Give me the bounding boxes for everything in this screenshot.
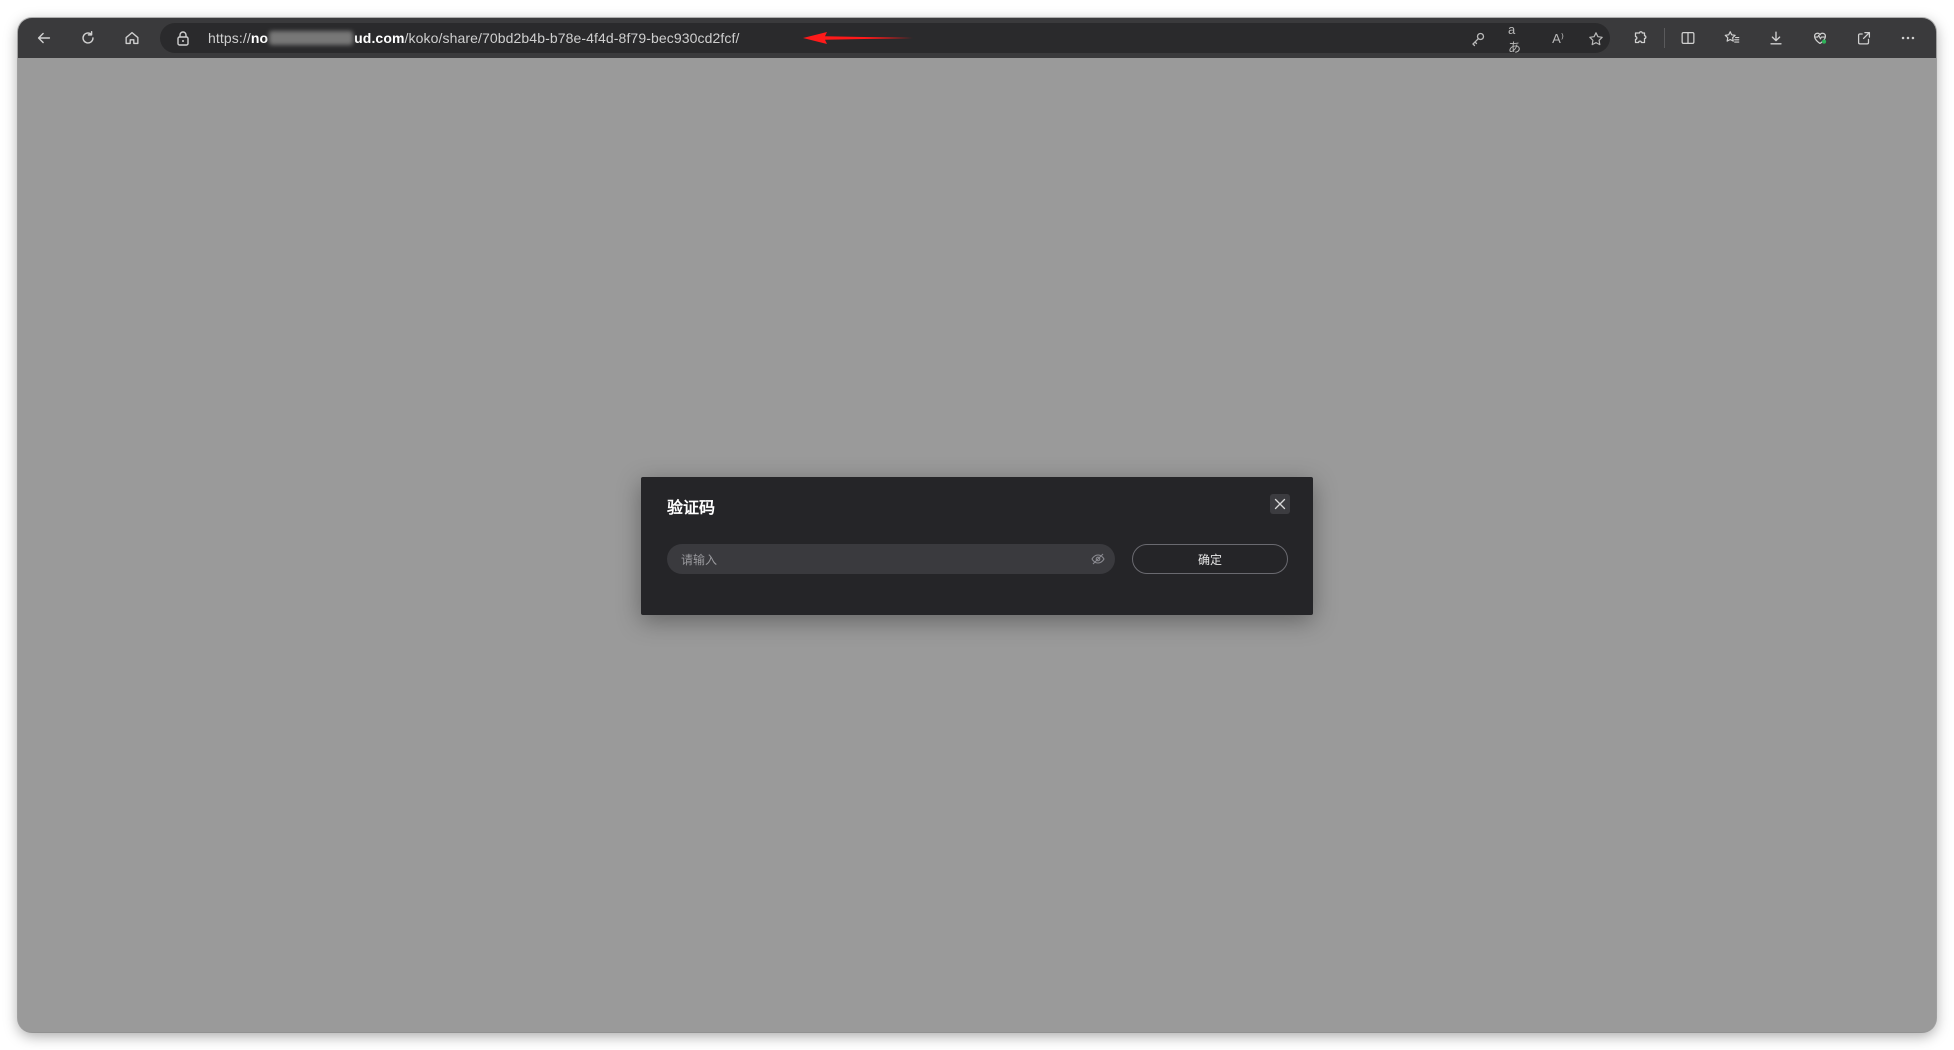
browser-window: https://no ud.com/koko/share/70bd2b4b-b78… <box>18 18 1936 1032</box>
read-aloud-button[interactable]: A⁾ <box>1548 29 1568 49</box>
download-icon <box>1770 31 1782 45</box>
extensions-button[interactable] <box>1626 24 1654 52</box>
more-icon <box>1901 36 1915 40</box>
redacted-host <box>269 31 354 45</box>
performance-button[interactable] <box>1806 24 1834 52</box>
url-scheme: https:// <box>208 30 251 46</box>
annotation-arrow <box>803 32 913 44</box>
key-icon <box>1472 32 1485 47</box>
split-screen-icon <box>1681 31 1695 45</box>
favorites-button[interactable] <box>1718 24 1746 52</box>
favorites-icon <box>1724 31 1740 43</box>
favorite-button[interactable] <box>1586 29 1606 49</box>
refresh-button[interactable] <box>74 24 102 52</box>
url-path: /koko/share/70bd2b4b-b78e-4f4d-8f79-bec9… <box>404 30 740 46</box>
back-button[interactable] <box>30 24 58 52</box>
extensions-icon <box>1634 31 1647 44</box>
eye-icon[interactable] <box>1091 552 1105 566</box>
url-text[interactable]: https://no ud.com/koko/share/70bd2b4b-b78… <box>208 30 739 46</box>
password-key-button[interactable] <box>1468 29 1488 49</box>
url-host-end: ud.com <box>354 30 405 46</box>
more-button[interactable] <box>1894 24 1922 52</box>
home-button[interactable] <box>118 24 146 52</box>
downloads-button[interactable] <box>1762 24 1790 52</box>
verification-code-field[interactable] <box>667 544 1115 576</box>
confirm-button[interactable]: 确定 <box>1132 544 1288 574</box>
browser-toolbar: https://no ud.com/koko/share/70bd2b4b-b78… <box>18 18 1936 58</box>
toolbar-divider <box>1664 28 1665 48</box>
verification-code-input[interactable] <box>679 544 1083 576</box>
back-arrow-icon <box>37 32 51 44</box>
close-icon <box>1274 498 1286 510</box>
read-aloud-icon: A⁾ <box>1552 31 1564 46</box>
performance-heart-icon <box>1813 32 1827 45</box>
refresh-icon <box>82 30 94 44</box>
verification-dialog: 验证码 确定 <box>641 477 1313 615</box>
share-icon <box>1857 31 1871 45</box>
dialog-title: 验证码 <box>667 500 716 517</box>
lock-icon[interactable] <box>174 29 192 47</box>
translate-button[interactable]: aあ <box>1508 22 1528 55</box>
favorite-star-icon <box>1589 32 1603 46</box>
home-icon <box>125 31 139 45</box>
url-host-start: no <box>250 30 269 46</box>
split-screen-button[interactable] <box>1674 24 1702 52</box>
close-button[interactable] <box>1270 494 1290 514</box>
share-button[interactable] <box>1850 24 1878 52</box>
translate-icon: aあ <box>1508 22 1522 55</box>
